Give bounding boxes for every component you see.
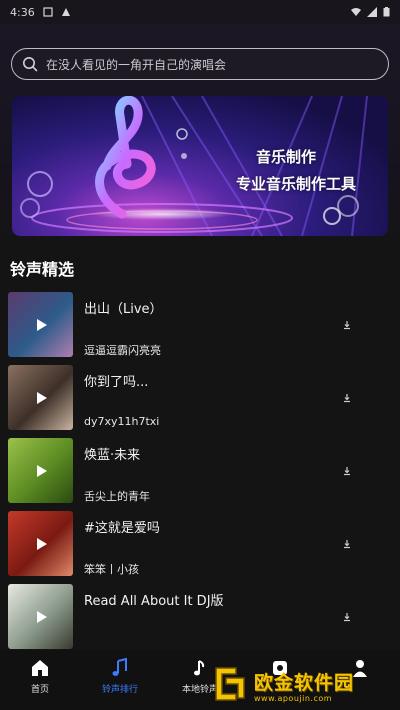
status-bar: 4:36 <box>0 0 400 24</box>
play-icon[interactable] <box>34 464 48 478</box>
banner-line2: 专业音乐制作工具 <box>235 175 356 193</box>
battery-icon <box>383 7 390 17</box>
song-title: #这就是爱吗 <box>84 521 160 536</box>
home-icon <box>32 660 48 676</box>
search-bar[interactable]: 在没人看见的一角开自己的演唱会 <box>11 48 389 80</box>
play-icon[interactable] <box>34 391 48 405</box>
music-file-icon <box>194 660 205 676</box>
download-icon[interactable] <box>342 320 352 330</box>
wifi-icon <box>351 8 361 16</box>
song-title: 出山（Live） <box>84 302 163 317</box>
signal-icon <box>367 7 377 17</box>
download-icon[interactable] <box>342 393 352 403</box>
app-notification-icon <box>61 8 70 16</box>
song-artist: 笨笨丨小孩 <box>84 563 139 576</box>
banner-line1: 音乐制作 <box>255 148 316 166</box>
song-cover[interactable] <box>8 511 73 576</box>
song-row[interactable]: #这就是爱吗 笨笨丨小孩 <box>0 509 400 582</box>
song-row[interactable]: 出山（Live） 逗逼逗霸闪亮亮 <box>0 290 400 363</box>
promo-banner[interactable]: 音乐制作 专业音乐制作工具 <box>12 96 388 236</box>
site-watermark: 欧金软件园 www.apoujin.com <box>208 662 398 708</box>
play-icon[interactable] <box>34 610 48 624</box>
play-icon[interactable] <box>34 537 48 551</box>
song-list: 出山（Live） 逗逼逗霸闪亮亮 你到了吗... dy7xy11h7txi 焕蓝… <box>0 290 400 655</box>
nav-ringtone-ranking[interactable]: 铃声排行 <box>80 650 160 710</box>
song-artist: 舌尖上的青年 <box>84 490 150 503</box>
play-icon[interactable] <box>34 318 48 332</box>
notification-icon <box>43 7 53 17</box>
song-row[interactable]: 你到了吗... dy7xy11h7txi <box>0 363 400 436</box>
song-cover[interactable] <box>8 292 73 357</box>
banner-text: 音乐制作 专业音乐制作工具 <box>236 146 356 194</box>
section-title: 铃声精选 <box>10 260 75 279</box>
nav-home[interactable]: 首页 <box>0 650 80 710</box>
nav-ringtone-ranking-label: 铃声排行 <box>101 685 138 695</box>
watermark-text: 欧金软件园 <box>254 672 355 694</box>
song-cover[interactable] <box>8 584 73 649</box>
download-icon[interactable] <box>342 612 352 622</box>
watermark-logo-icon <box>215 667 245 701</box>
music-note-icon <box>112 658 127 676</box>
song-title: Read All About It DJ版 <box>84 594 224 609</box>
song-artist: dy7xy11h7txi <box>84 415 160 428</box>
status-time: 4:36 <box>10 5 35 19</box>
song-artist: 逗逼逗霸闪亮亮 <box>84 344 161 357</box>
search-icon <box>23 57 38 72</box>
search-placeholder: 在没人看见的一角开自己的演唱会 <box>46 57 227 72</box>
watermark-url: www.apoujin.com <box>254 694 333 703</box>
song-title: 焕蓝·未来 <box>84 448 141 463</box>
song-cover[interactable] <box>8 438 73 503</box>
song-cover[interactable] <box>8 365 73 430</box>
song-title: 你到了吗... <box>84 375 149 390</box>
nav-home-label: 首页 <box>30 685 49 695</box>
song-row[interactable]: 焕蓝·未来 舌尖上的青年 <box>0 436 400 509</box>
song-row[interactable]: Read All About It DJ版 <box>0 582 400 655</box>
download-icon[interactable] <box>342 466 352 476</box>
download-icon[interactable] <box>342 539 352 549</box>
